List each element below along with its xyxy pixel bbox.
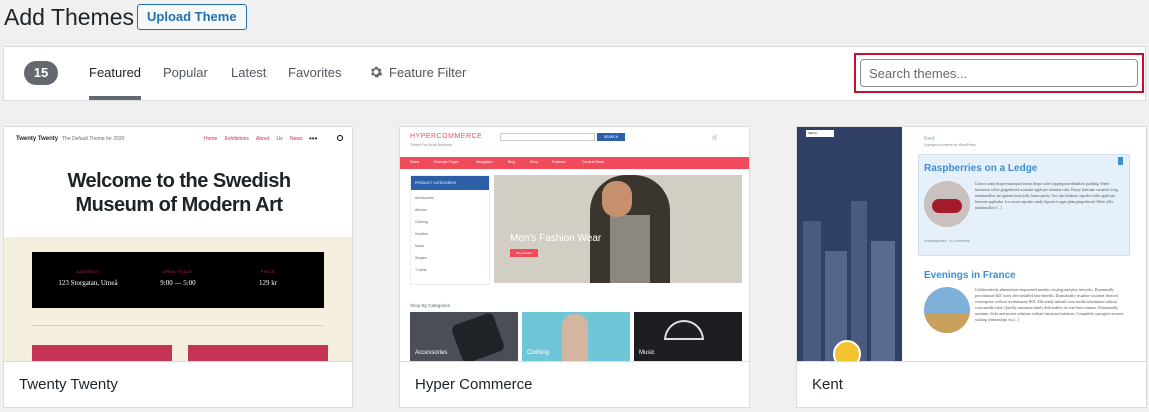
preview-nav: Home Example Pages Navigation Blog Shop … [400, 157, 749, 169]
more-icon: ••• [309, 134, 318, 143]
search-highlight [854, 53, 1144, 93]
tab-favorites[interactable]: Favorites [288, 47, 341, 100]
preview-hero-title: Welcome to the Swedish Museum of Modern … [67, 170, 291, 216]
avatar [833, 340, 861, 361]
preview-post-title: Raspberries on a Ledge [924, 163, 1038, 174]
preview-post-title: Evenings in France [924, 270, 1016, 281]
preview-info-price: PRICE 129 kr [258, 269, 278, 287]
theme-card-kent[interactable]: MENU Kent A gorgeous theme for WordPress… [796, 126, 1147, 408]
theme-screenshot[interactable]: MENU Kent A gorgeous theme for WordPress… [797, 127, 1146, 361]
preview-menu-button: MENU [806, 130, 834, 137]
theme-screenshot[interactable]: HYPERCOMMERCE Theme For Small Business S… [400, 127, 749, 361]
search-icon [337, 135, 343, 141]
theme-filter-bar: 15 Featured Popular Latest Favorites Fea… [3, 46, 1146, 101]
theme-name: Hyper Commerce [400, 361, 749, 407]
feature-filter-label: Feature Filter [389, 65, 467, 80]
preview-brand: Twenty Twenty [16, 136, 59, 142]
theme-card-hyper-commerce[interactable]: HYPERCOMMERCE Theme For Small Business S… [399, 126, 750, 408]
cart-icon: 🛒 [712, 135, 719, 141]
theme-count-badge: 15 [24, 61, 58, 85]
theme-card-twenty-twenty[interactable]: Twenty Twenty The Default Theme for 2020… [3, 126, 353, 408]
tab-featured[interactable]: Featured [89, 47, 142, 100]
preview-search [500, 133, 595, 141]
upload-theme-button[interactable]: Upload Theme [137, 4, 247, 30]
preview-tile-clothing: Clothing [522, 312, 630, 361]
preview-site-title: Kent [924, 136, 935, 142]
theme-name: Twenty Twenty [4, 361, 352, 407]
preview-tile-accessories: Accessories [410, 312, 518, 361]
preview-info-address: ADDRESS 123 Storgatan, Umeå [58, 269, 118, 287]
page-header: Add Themes Upload Theme [0, 0, 1149, 36]
preview-logo: HYPERCOMMERCE [410, 133, 483, 140]
preview-tagline: The Default Theme for 2020 [62, 136, 125, 142]
page-title: Add Themes [4, 4, 134, 30]
preview-tile-music: Music [634, 312, 742, 361]
search-themes-input[interactable] [860, 59, 1138, 87]
preview-shop-heading: Shop By Categories [410, 303, 451, 308]
preview-post-excerpt: Collaboratively administrate empowered m… [975, 288, 1124, 322]
tab-latest[interactable]: Latest [231, 47, 266, 100]
bookmark-icon [1118, 157, 1123, 165]
preview-post-image [924, 181, 970, 227]
preview-tagline: Theme For Small Business [410, 143, 453, 147]
theme-name: Kent [797, 361, 1146, 407]
preview-hero-banner: Men's Fashion Wear Buy Details [494, 175, 742, 283]
preview-content: Kent A gorgeous theme for WordPress. Ras… [902, 127, 1146, 361]
theme-screenshot[interactable]: Twenty Twenty The Default Theme for 2020… [4, 127, 352, 361]
preview-post-meta: Uncategorized · 4 Comments [924, 239, 970, 243]
preview-post-excerpt: Cotton candy dragée marzipan lemon drops… [975, 182, 1119, 210]
preview-post-image [924, 287, 970, 333]
preview-tagline: A gorgeous theme for WordPress. [924, 143, 977, 147]
preview-category-menu: PRODUCT CATEGORIES Accessories Albums Cl… [410, 175, 490, 285]
feature-filter-button[interactable]: Feature Filter [369, 47, 466, 100]
preview-search-button: SEARCH [597, 133, 625, 141]
preview-nav: Home Exhibitions About Us News [204, 136, 303, 142]
preview-sidebar: MENU [797, 127, 902, 361]
gear-icon [371, 66, 383, 78]
preview-info-hours: OPEN TODAY 9:00 — 5:00 [160, 269, 196, 287]
tab-popular[interactable]: Popular [163, 47, 208, 100]
